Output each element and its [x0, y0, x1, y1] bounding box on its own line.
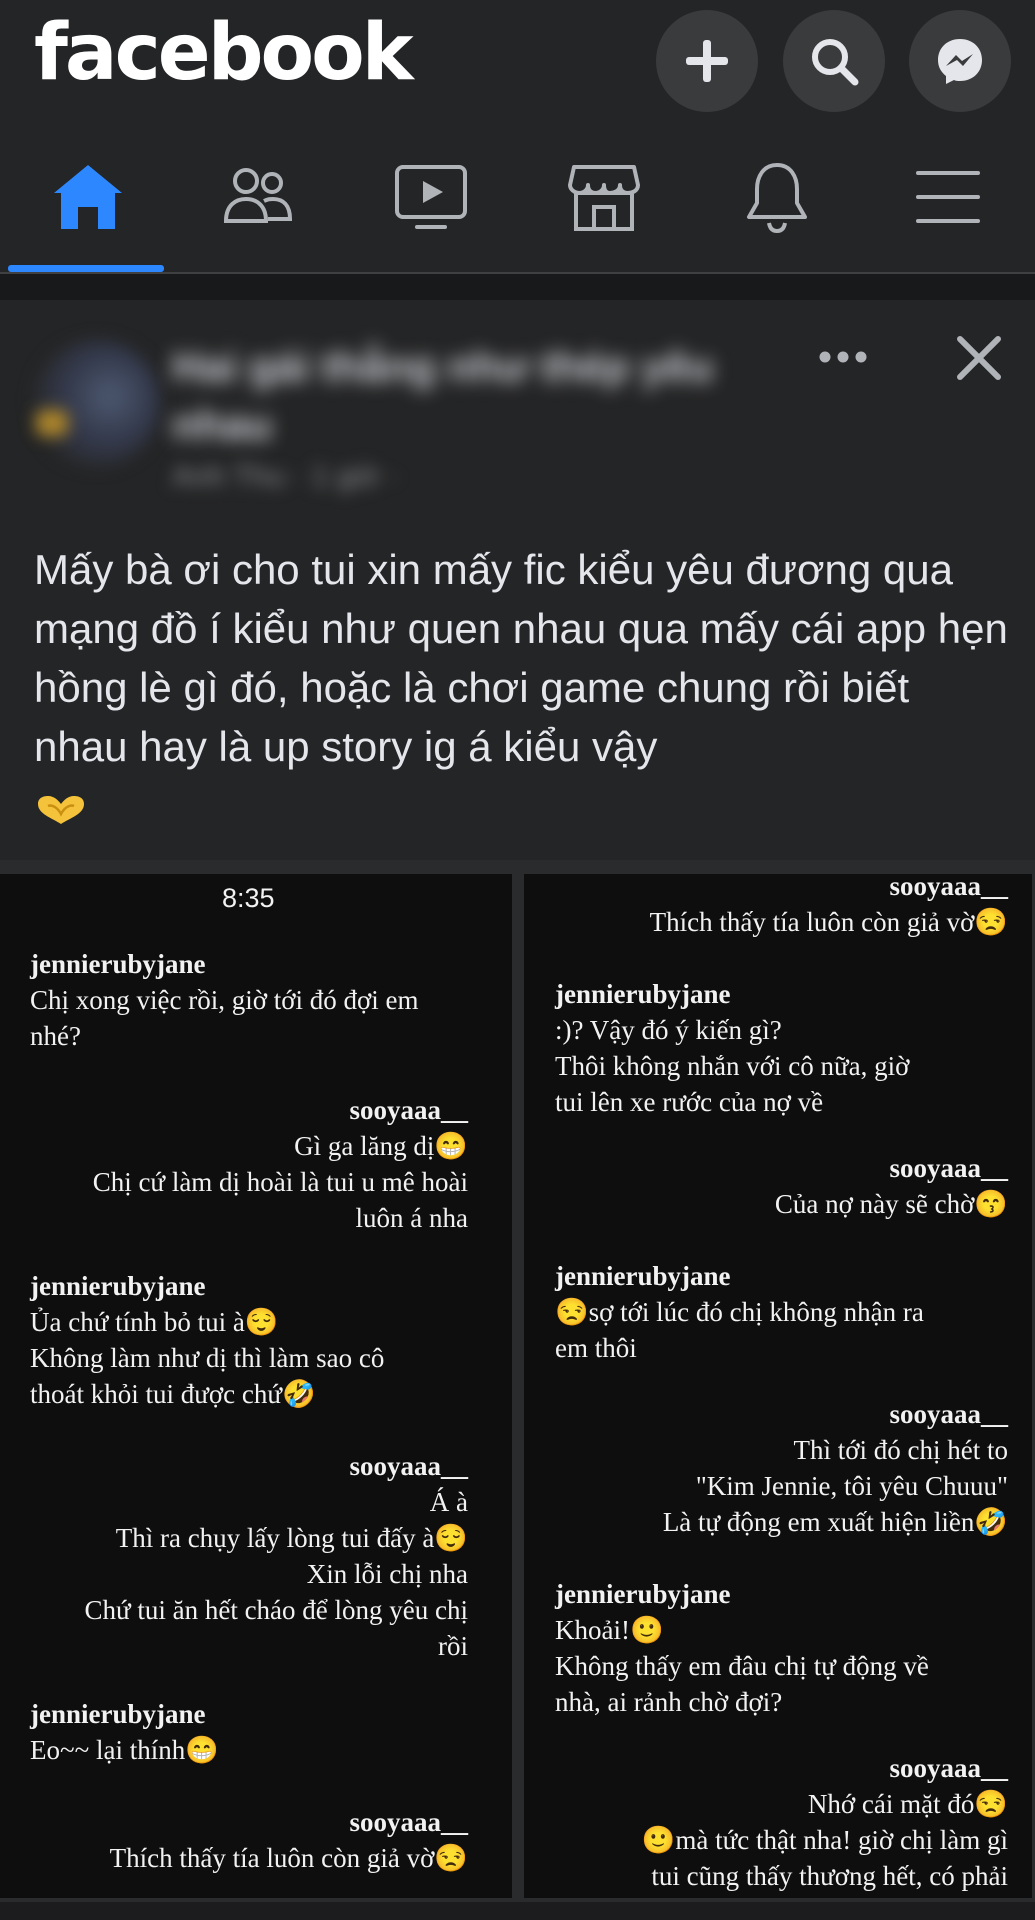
- home-icon: [54, 165, 122, 229]
- message-line: em thôi: [555, 1333, 637, 1363]
- feed-bottom-edge: [0, 1902, 1035, 1920]
- messenger-icon: [938, 39, 982, 84]
- tab-marketplace[interactable]: [524, 122, 684, 272]
- message-line: Thì ra chụy lấy lòng tui đấy à😌: [115, 1523, 468, 1553]
- message-username: jennierubyjane: [30, 1699, 206, 1729]
- chat-message: jennierubyjane 😒sợ tới lúc đó chị không …: [555, 1258, 1015, 1366]
- message-line: :)? Vậy đó ý kiến gì?: [555, 1015, 782, 1045]
- message-line: Không thấy em đâu chị tự động về: [555, 1651, 929, 1681]
- message-line: Chị cứ làm dị hoài là tui u mê hoài: [92, 1167, 468, 1197]
- message-line: nhà, ai rảnh chờ đợi?: [555, 1687, 783, 1717]
- chat-message: sooyaaa__ Nhớ cái mặt đó😒 🙂mà tức thật n…: [544, 1750, 1008, 1894]
- message-line: Xin lỗi chị nha: [306, 1559, 468, 1589]
- message-line: Thôi không nhắn với cô nữa, giờ: [555, 1051, 910, 1081]
- message-line: tui cũng thấy thương hết, có phải: [651, 1861, 1008, 1891]
- status-time: 8:35: [222, 883, 275, 913]
- message-line: Của nợ này sẽ chờ😙: [774, 1189, 1008, 1219]
- message-username: jennierubyjane: [30, 949, 206, 979]
- tab-menu[interactable]: [868, 122, 1028, 272]
- message-username: sooyaaa__: [889, 1153, 1008, 1183]
- heart-hands-emoji: [38, 795, 84, 824]
- chat-message: sooyaaa__ Thích thấy tía luôn còn giả vờ…: [30, 1804, 468, 1876]
- message-line: "Kim Jennie, tôi yêu Chuuu": [695, 1471, 1008, 1501]
- menu-icon: [916, 171, 980, 223]
- post-text: Mấy bà ơi cho tui xin mấy fic kiểu yêu đ…: [34, 540, 1009, 835]
- friends-icon: [223, 168, 293, 223]
- main-nav: [0, 122, 1035, 274]
- message-line: Eo~~ lại thính😁: [30, 1735, 219, 1765]
- chat-message: sooyaaa__ Á à Thì ra chụy lấy lòng tui đ…: [20, 1448, 468, 1664]
- chat-message: jennierubyjane Eo~~ lại thính😁: [30, 1696, 490, 1768]
- message-username: jennierubyjane: [555, 1579, 731, 1609]
- chat-message: jennierubyjane Chị xong việc rồi, giờ tớ…: [30, 946, 490, 1054]
- feed-gap: [0, 274, 1035, 300]
- message-line: thoát khỏi tui được chứ🤣: [30, 1379, 316, 1409]
- chat-screenshot-right: sooyaaa__ Thích thấy tía luôn còn giả vờ…: [524, 874, 1032, 1898]
- message-username: jennierubyjane: [30, 1271, 206, 1301]
- tab-friends[interactable]: [178, 122, 338, 272]
- message-username: sooyaaa__: [349, 1095, 468, 1125]
- search-icon: [812, 39, 859, 86]
- more-dots-icon: [819, 351, 867, 363]
- close-icon: [957, 336, 1001, 380]
- post-meta-blurred: Anh Thu · 1 giờ ·: [172, 460, 398, 493]
- message-username: sooyaaa__: [349, 1451, 468, 1481]
- search-button[interactable]: [783, 10, 885, 112]
- tab-notifications[interactable]: [697, 122, 857, 272]
- message-username: jennierubyjane: [555, 979, 731, 1009]
- message-line: Không làm như dị thì làm sao cô: [30, 1343, 385, 1373]
- message-line: rồi: [438, 1631, 468, 1661]
- top-bar: facebook: [0, 0, 1035, 122]
- chat-screenshot-left: 8:35 jennierubyjane Chị xong việc rồi, g…: [0, 874, 512, 1898]
- avatar-badge: [36, 410, 68, 436]
- store-icon: [568, 165, 640, 231]
- message-line: Chứ tui ăn hết cháo để lòng yêu chị: [84, 1595, 468, 1625]
- chat-message: jennierubyjane :)? Vậy đó ý kiến gì? Thô…: [555, 976, 1015, 1120]
- tab-home[interactable]: [8, 122, 168, 272]
- message-username: sooyaaa__: [889, 1399, 1008, 1429]
- message-line: Thì tới đó chị hét to: [793, 1435, 1009, 1465]
- message-line: Ủa chứ tính bỏ tui à😌: [30, 1307, 279, 1337]
- messenger-button[interactable]: [909, 10, 1011, 112]
- message-line: 😒sợ tới lúc đó chị không nhận ra: [555, 1297, 924, 1327]
- message-line: Á à: [429, 1487, 468, 1517]
- group-name-blurred[interactable]: Hai gái thẳng như thép yêu nhau: [172, 338, 732, 454]
- message-line: Thích thấy tía luôn còn giả vờ😒: [649, 907, 1008, 937]
- message-username: sooyaaa__: [889, 1753, 1008, 1783]
- message-line: 🙂mà tức thật nha! giờ chị làm gì: [641, 1825, 1008, 1855]
- feed-post: Hai gái thẳng như thép yêu nhau Anh Thu …: [0, 300, 1035, 860]
- message-username: sooyaaa__: [889, 874, 1008, 901]
- message-line: Gì ga lăng dị😁: [294, 1131, 468, 1161]
- post-body: Mấy bà ơi cho tui xin mấy fic kiểu yêu đ…: [34, 546, 1008, 770]
- message-line: Khoải!🙂: [555, 1615, 664, 1645]
- message-line: Nhớ cái mặt đó😒: [807, 1789, 1008, 1819]
- chat-message: sooyaaa__ Gì ga lăng dị😁 Chị cứ làm dị h…: [30, 1092, 468, 1236]
- message-line: nhé?: [30, 1021, 81, 1051]
- message-line: Chị xong việc rồi, giờ tới đó đợi em: [30, 985, 419, 1015]
- group-avatar[interactable]: [34, 340, 160, 466]
- tab-watch[interactable]: [351, 122, 511, 272]
- post-close-button[interactable]: [944, 328, 1014, 388]
- message-username: jennierubyjane: [555, 1261, 731, 1291]
- message-username: sooyaaa__: [349, 1807, 468, 1837]
- message-line: tui lên xe rước của nợ về: [555, 1087, 824, 1117]
- message-line: Là tự động em xuất hiện liền🤣: [662, 1507, 1008, 1537]
- active-tab-indicator: [8, 265, 164, 272]
- message-line: Thích thấy tía luôn còn giả vờ😒: [109, 1843, 468, 1873]
- bell-icon: [747, 163, 807, 234]
- plus-icon: [686, 40, 728, 82]
- chat-message: sooyaaa__ Thích thấy tía luôn còn giả vờ…: [544, 874, 1008, 940]
- post-more-button[interactable]: [808, 332, 878, 382]
- chat-message: jennierubyjane Khoải!🙂 Không thấy em đâu…: [555, 1576, 1015, 1720]
- video-icon: [395, 165, 467, 229]
- chat-message: jennierubyjane Ủa chứ tính bỏ tui à😌 Khô…: [30, 1268, 490, 1412]
- message-line: luôn á nha: [355, 1203, 468, 1233]
- create-button[interactable]: [656, 10, 758, 112]
- facebook-logo[interactable]: facebook: [34, 14, 414, 92]
- chat-message: sooyaaa__ Thì tới đó chị hét to "Kim Jen…: [544, 1396, 1008, 1540]
- chat-message: sooyaaa__ Của nợ này sẽ chờ😙: [544, 1150, 1008, 1222]
